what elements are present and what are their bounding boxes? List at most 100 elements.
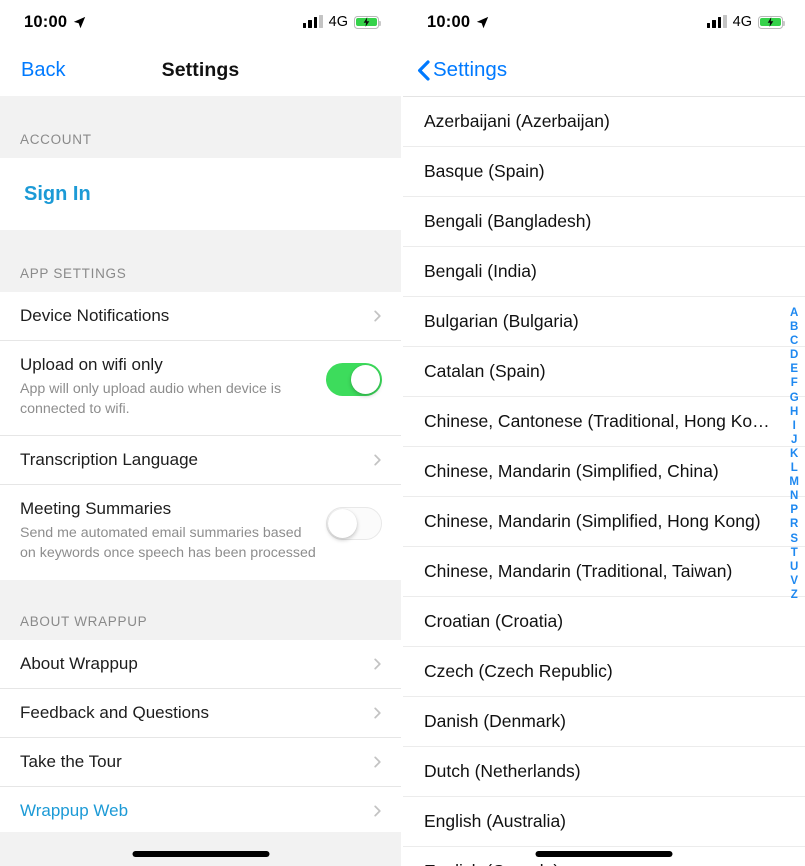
- section-about-wrappup: About Wrappup Feedback and Questions Tak…: [0, 639, 401, 836]
- row-label: Transcription Language: [20, 450, 198, 470]
- language-row[interactable]: Catalan (Spain): [403, 347, 805, 397]
- row-wrappup-web[interactable]: Wrappup Web: [0, 786, 401, 836]
- row-description: Send me automated email summaries based …: [20, 525, 316, 562]
- language-label: Bulgarian (Bulgaria): [424, 311, 579, 331]
- language-row[interactable]: Bulgarian (Bulgaria): [403, 297, 805, 347]
- section-app-settings: Device Notifications Upload on wifi only…: [0, 292, 401, 580]
- home-bar-area-right: [403, 832, 805, 866]
- language-row[interactable]: Chinese, Mandarin (Simplified, Hong Kong…: [403, 497, 805, 547]
- index-letter[interactable]: H: [790, 405, 798, 419]
- toggle-upload-on-wifi-only[interactable]: [326, 363, 382, 396]
- settings-screen: 10:00 4G Back Settings ACCOUNT Sign In A…: [0, 0, 403, 866]
- language-label: Bengali (Bangladesh): [424, 211, 592, 231]
- language-row[interactable]: Chinese, Mandarin (Traditional, Taiwan): [403, 547, 805, 597]
- row-meeting-summaries[interactable]: Meeting Summaries Send me automated emai…: [0, 485, 401, 580]
- index-letter[interactable]: D: [790, 348, 798, 362]
- dual-phone-screenshot: 10:00 4G Back Settings ACCOUNT Sign In A…: [0, 0, 805, 866]
- charging-bolt-icon: [767, 17, 774, 27]
- index-letter[interactable]: A: [790, 306, 798, 320]
- chevron-right-icon: [374, 658, 381, 670]
- index-letter[interactable]: L: [791, 461, 798, 475]
- language-row[interactable]: Croatian (Croatia): [403, 597, 805, 647]
- section-header-account: ACCOUNT: [0, 96, 401, 158]
- network-type-label: 4G: [328, 14, 348, 30]
- charging-bolt-icon: [363, 17, 370, 27]
- language-label: Bengali (India): [424, 261, 537, 281]
- language-label: Croatian (Croatia): [424, 611, 564, 631]
- row-label: Wrappup Web: [20, 801, 129, 821]
- chevron-right-icon: [374, 310, 381, 322]
- back-to-settings-button[interactable]: Settings: [433, 58, 507, 82]
- index-letter[interactable]: F: [791, 376, 798, 390]
- status-bar-left-group: 10:00: [24, 13, 86, 32]
- index-letter[interactable]: G: [790, 391, 799, 405]
- index-letter[interactable]: B: [790, 320, 798, 334]
- language-row[interactable]: Basque (Spain): [403, 147, 805, 197]
- language-row[interactable]: Bengali (Bangladesh): [403, 197, 805, 247]
- index-letter[interactable]: V: [790, 574, 798, 588]
- language-label: Azerbaijani (Azerbaijan): [424, 111, 610, 131]
- toggle-meeting-summaries[interactable]: [326, 507, 382, 541]
- row-take-the-tour[interactable]: Take the Tour: [0, 737, 401, 787]
- row-upload-on-wifi-only[interactable]: Upload on wifi only App will only upload…: [0, 341, 401, 437]
- section-account: Sign In: [0, 158, 401, 230]
- sign-in-row[interactable]: Sign In: [0, 158, 401, 230]
- language-row[interactable]: Dutch (Netherlands): [403, 747, 805, 797]
- row-feedback-and-questions[interactable]: Feedback and Questions: [0, 688, 401, 738]
- index-letter[interactable]: Z: [791, 588, 798, 602]
- language-label: Basque (Spain): [424, 161, 545, 181]
- language-row[interactable]: Czech (Czech Republic): [403, 647, 805, 697]
- chevron-left-icon: [418, 59, 430, 81]
- status-bar-left: 10:00 4G: [0, 0, 401, 44]
- language-row[interactable]: Danish (Denmark): [403, 697, 805, 747]
- language-navbar[interactable]: Settings: [403, 44, 805, 96]
- index-letter[interactable]: C: [790, 334, 798, 348]
- row-device-notifications[interactable]: Device Notifications: [0, 292, 401, 341]
- row-label: Device Notifications: [20, 306, 170, 325]
- status-bar-right: 10:00 4G: [403, 0, 805, 44]
- chevron-right-icon: [374, 707, 381, 719]
- alphabet-index-strip[interactable]: ABCDEFGHIJKLMNPRSTUVZ: [789, 306, 799, 602]
- location-arrow-icon: [477, 16, 489, 28]
- language-label: Chinese, Mandarin (Traditional, Taiwan): [424, 561, 733, 581]
- back-button[interactable]: Back: [21, 59, 65, 82]
- row-label: About Wrappup: [20, 653, 138, 673]
- chevron-right-icon: [374, 454, 381, 466]
- index-letter[interactable]: J: [791, 433, 797, 447]
- language-label: Dutch (Netherlands): [424, 761, 581, 781]
- sign-in-label: Sign In: [24, 182, 91, 205]
- row-label: Feedback and Questions: [20, 702, 210, 722]
- language-list[interactable]: Azerbaijani (Azerbaijan) Basque (Spain) Be…: [403, 96, 805, 866]
- settings-list: ACCOUNT Sign In APP SETTINGS Device Noti…: [0, 96, 401, 866]
- language-row[interactable]: Azerbaijani (Azerbaijan): [403, 97, 805, 147]
- home-indicator[interactable]: [535, 851, 673, 857]
- row-description: App will only upload audio when device i…: [20, 381, 282, 418]
- battery-charging-icon: [758, 15, 786, 29]
- index-letter[interactable]: M: [789, 475, 799, 489]
- home-bar-area-left: [0, 832, 401, 866]
- language-label: Chinese, Cantonese (Traditional, Hong Ko…: [424, 411, 771, 431]
- status-time: 10:00: [427, 12, 471, 31]
- home-indicator[interactable]: [132, 851, 269, 857]
- language-row[interactable]: Bengali (India): [403, 247, 805, 297]
- index-letter[interactable]: N: [790, 489, 798, 503]
- row-transcription-language[interactable]: Transcription Language: [0, 436, 401, 486]
- index-letter[interactable]: R: [790, 517, 798, 531]
- transcription-language-screen: 10:00 4G Settings Azerbaijani (Azerbaija…: [403, 0, 805, 866]
- index-letter[interactable]: K: [790, 447, 798, 461]
- index-letter[interactable]: E: [790, 362, 798, 376]
- index-letter[interactable]: T: [791, 546, 798, 560]
- index-letter[interactable]: P: [790, 503, 798, 517]
- language-label: Czech (Czech Republic): [424, 661, 613, 681]
- section-header-about-wrappup: ABOUT WRAPPUP: [0, 579, 401, 640]
- row-about-wrappup[interactable]: About Wrappup: [0, 639, 401, 689]
- language-row[interactable]: Chinese, Cantonese (Traditional, Hong Ko…: [403, 397, 805, 447]
- language-label: Catalan (Spain): [424, 361, 546, 381]
- index-letter[interactable]: S: [790, 532, 798, 546]
- index-letter[interactable]: U: [790, 560, 798, 574]
- language-label: Chinese, Mandarin (Simplified, Hong Kong…: [424, 511, 761, 531]
- battery-charging-icon: [354, 15, 382, 29]
- language-row[interactable]: Chinese, Mandarin (Simplified, China): [403, 447, 805, 497]
- cellular-signal-icon: [706, 15, 727, 28]
- index-letter[interactable]: I: [793, 419, 796, 433]
